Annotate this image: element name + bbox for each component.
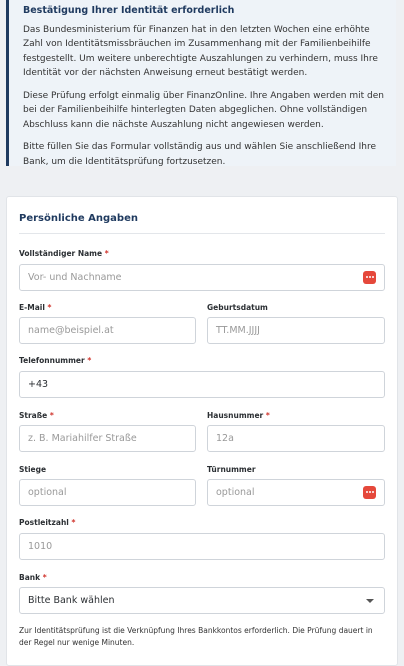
door-input[interactable]: optional	[207, 479, 385, 506]
zip-input[interactable]: 1010	[19, 533, 385, 560]
email-label: E-Mail *	[19, 303, 52, 312]
phone-label: Telefonnummer *	[19, 356, 92, 365]
stair-input[interactable]: optional	[19, 479, 196, 506]
bank-footnote: Zur Identitätsprüfung ist die Verknüpfun…	[19, 626, 373, 647]
bank-label: Bank *	[19, 573, 47, 582]
stair-label: Stiege	[19, 465, 47, 474]
email-input[interactable]: name@beispiel.at	[19, 317, 196, 344]
door-label: Türnummer	[207, 465, 256, 474]
street-label: Straße *	[19, 411, 54, 420]
phone-input[interactable]: +43	[19, 371, 385, 398]
notice-paragraph-1: Das Bundesministerium für Finanzen hat i…	[23, 24, 378, 79]
personal-data-form: Persönliche Angaben Vollständiger Name *…	[6, 196, 398, 666]
notice-paragraph-3: Bitte füllen Sie das Formular vollständi…	[23, 142, 377, 167]
house-label: Hausnummer *	[207, 411, 270, 420]
notice-title: Bestätigung Ihrer Identität erforderlich	[23, 5, 235, 16]
birthdate-input[interactable]: TT.MM.JJJJ	[207, 317, 385, 344]
birthdate-label: Geburtsdatum	[207, 303, 268, 312]
dots-icon[interactable]	[363, 271, 376, 284]
zip-label: Postleitzahl *	[19, 518, 76, 527]
divider	[19, 233, 385, 234]
dots-icon[interactable]	[363, 486, 376, 499]
house-input[interactable]: 12a	[207, 425, 385, 452]
chevron-down-icon	[366, 599, 374, 603]
section-title: Persönliche Angaben	[19, 213, 138, 224]
name-label: Vollständiger Name *	[19, 249, 109, 258]
notice-paragraph-2: Diese Prüfung erfolgt einmalig über Fina…	[23, 90, 384, 130]
bank-select[interactable]: Bitte Bank wählen	[19, 587, 385, 614]
name-input[interactable]: Vor- und Nachname	[19, 264, 385, 291]
street-input[interactable]: z. B. Mariahilfer Straße	[19, 425, 196, 452]
identity-notice: Bestätigung Ihrer Identität erforderlich…	[6, 0, 396, 167]
